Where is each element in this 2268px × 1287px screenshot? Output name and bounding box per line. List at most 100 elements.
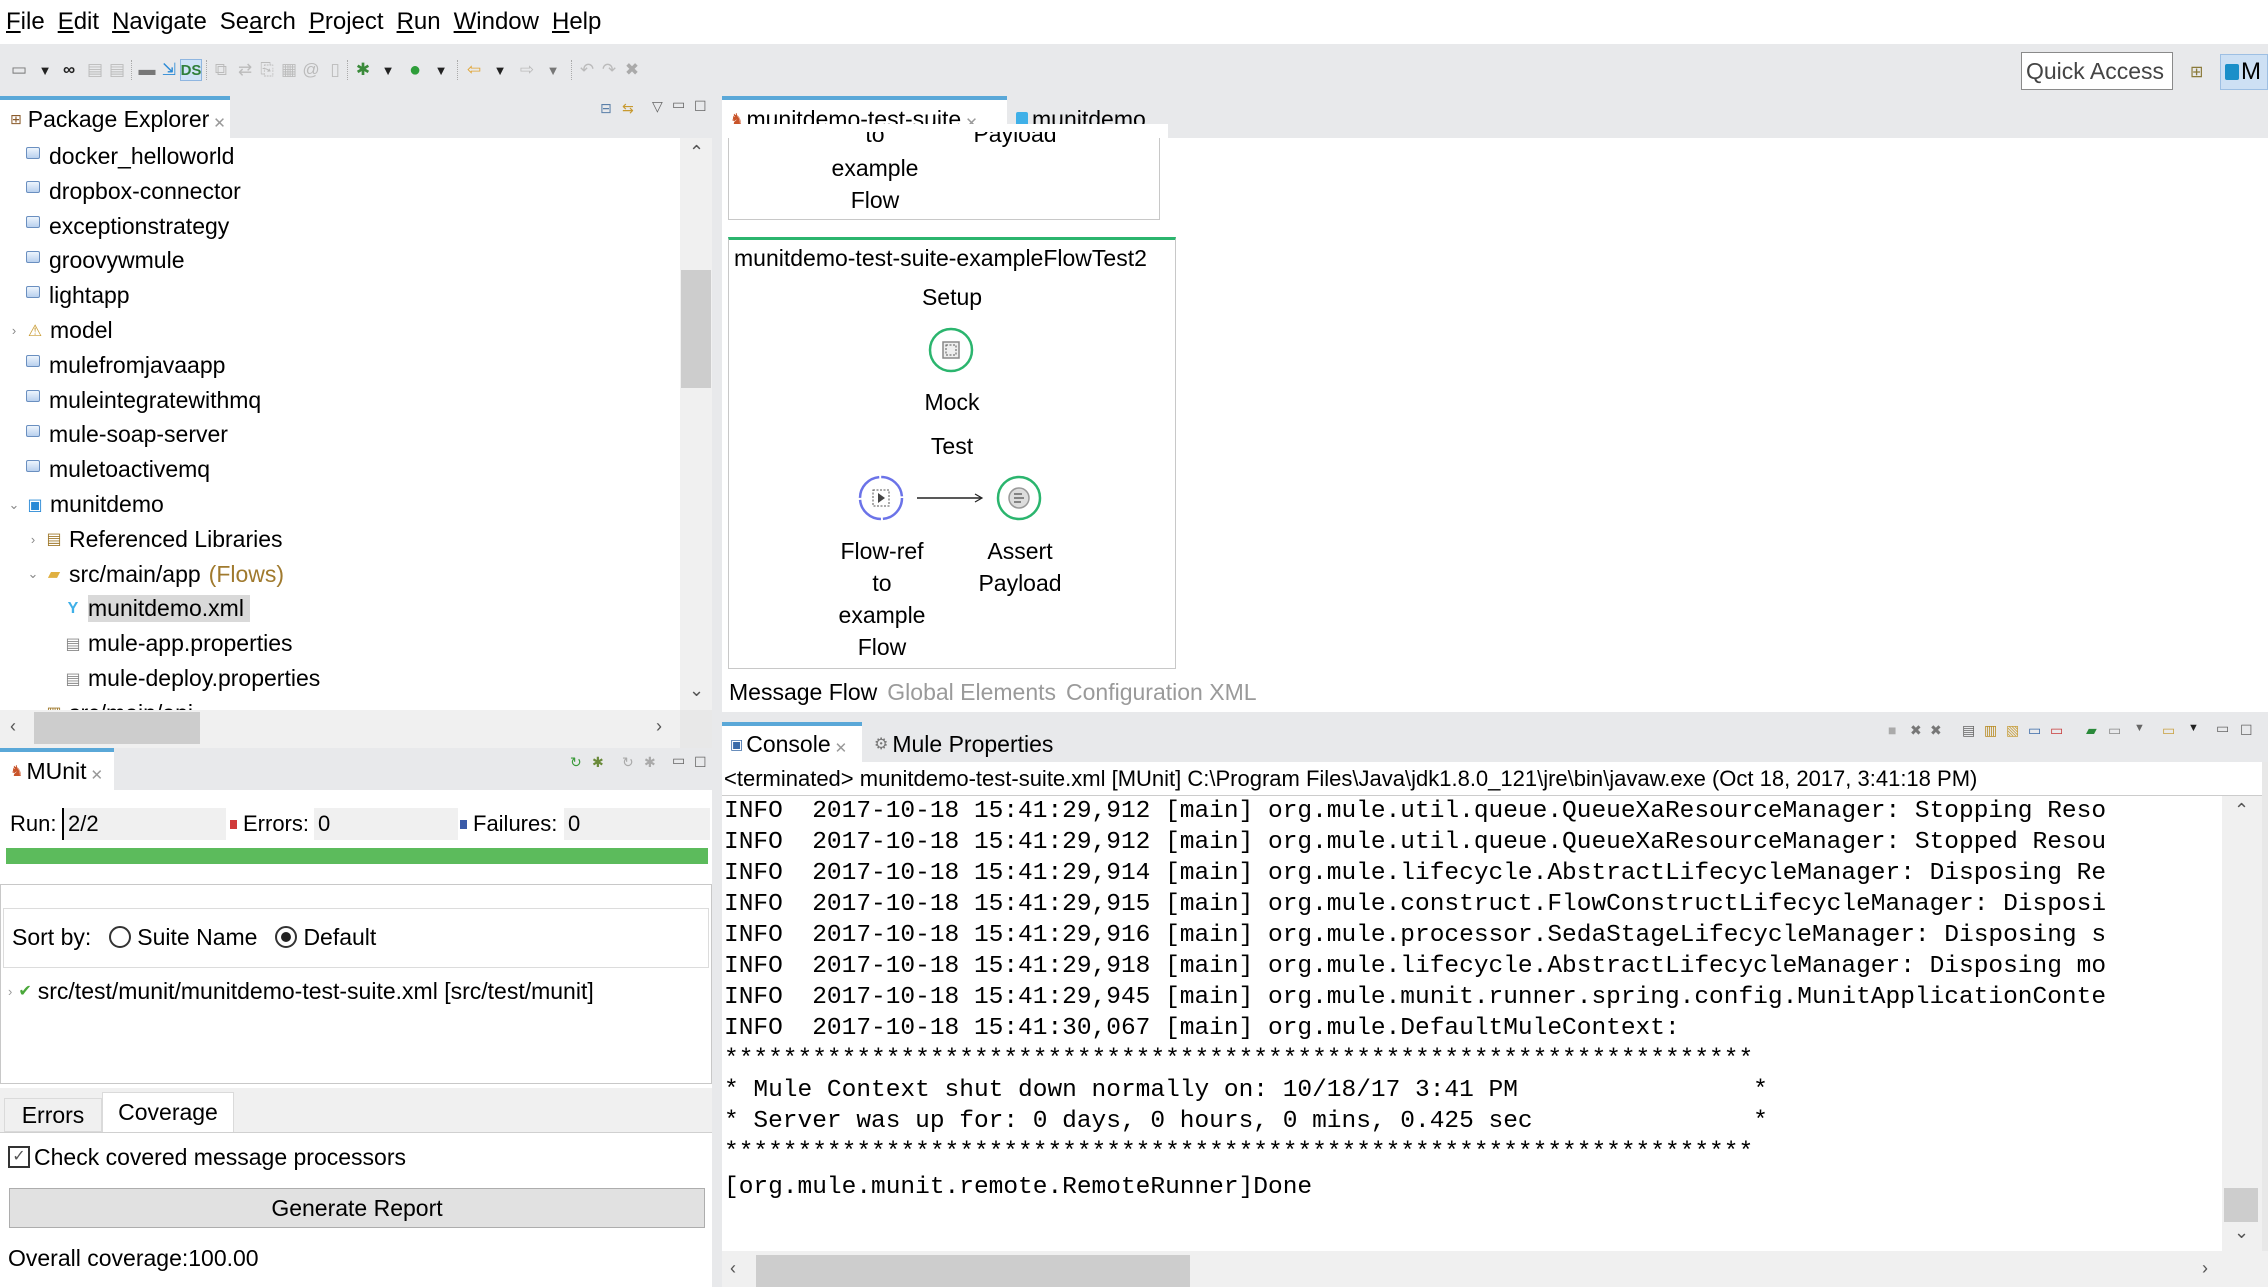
scroll-up-icon[interactable]: ⌃ bbox=[689, 142, 704, 163]
undo-icon[interactable]: ↶ bbox=[576, 59, 598, 81]
view-menu-icon[interactable]: ▽ bbox=[652, 98, 663, 115]
debug-rerun-icon[interactable]: ✱ bbox=[592, 754, 604, 771]
scroll-left-icon[interactable]: ‹ bbox=[730, 1258, 736, 1279]
import-icon[interactable]: ⇲ bbox=[158, 59, 180, 81]
menu-project[interactable]: Project bbox=[309, 0, 384, 44]
mule-icon[interactable]: ∞ bbox=[58, 59, 80, 81]
tree-item[interactable]: ⌄ ▣ munitdemo bbox=[6, 487, 164, 522]
package-explorer-vscrollbar[interactable] bbox=[680, 138, 712, 710]
menu-edit[interactable]: Edit bbox=[58, 0, 99, 44]
save-all-icon[interactable]: ▤ bbox=[106, 59, 128, 81]
link-with-editor-icon[interactable]: ⇆ bbox=[622, 100, 634, 117]
mule-perspective-button[interactable]: M bbox=[2220, 54, 2268, 90]
menu-window[interactable]: Window bbox=[454, 0, 539, 44]
assert-payload-node[interactable] bbox=[995, 474, 1043, 522]
tree-item[interactable]: docker_helloworld bbox=[6, 139, 234, 174]
debug-icon[interactable]: ✱ bbox=[352, 59, 374, 81]
test-suite-item[interactable]: › ✔ src/test/munit/munitdemo-test-suite.… bbox=[8, 976, 594, 1006]
radio-default-label[interactable]: Default bbox=[303, 924, 376, 951]
minimize-icon[interactable]: ▭ bbox=[672, 752, 685, 769]
debug-failed-icon[interactable]: ✱ bbox=[644, 754, 656, 771]
export-icon[interactable]: ⎘ bbox=[256, 59, 278, 81]
tab-munit[interactable]: ♞ MUnit ✕ bbox=[0, 748, 114, 790]
tree-item[interactable]: ▦ src/main/api bbox=[25, 696, 193, 710]
expand-toggle-icon[interactable]: › bbox=[6, 323, 22, 338]
show-on-stdout-icon[interactable]: ▭ bbox=[2028, 722, 2041, 739]
deploy-icon[interactable]: ▬ bbox=[136, 59, 158, 81]
remove-all-launches-icon[interactable]: ✖ bbox=[1930, 722, 1942, 739]
open-console-icon[interactable]: ▭ bbox=[2162, 722, 2175, 739]
run-dropdown-icon[interactable]: ▼ bbox=[430, 59, 452, 81]
menu-navigate[interactable]: Navigate bbox=[112, 0, 207, 44]
console-hscroll-thumb[interactable] bbox=[756, 1255, 1190, 1287]
radio-default[interactable] bbox=[275, 926, 298, 948]
tab-mule-properties[interactable]: ⚙ Mule Properties bbox=[874, 726, 1053, 762]
tree-item[interactable]: mule-soap-server bbox=[6, 417, 228, 452]
display-console-icon[interactable]: ▭ bbox=[2108, 722, 2121, 739]
tab-configuration-xml[interactable]: Configuration XML bbox=[1066, 679, 1257, 706]
console-vscrollbar[interactable] bbox=[2222, 796, 2262, 1251]
sync-icon[interactable]: ⇄ bbox=[234, 59, 256, 81]
quick-access-input[interactable]: Quick Access bbox=[2021, 52, 2173, 90]
tree-item[interactable]: mulefromjavaapp bbox=[6, 348, 225, 383]
tree-item[interactable]: ▤ mule-app.properties bbox=[44, 626, 292, 661]
word-wrap-icon[interactable]: ▧ bbox=[2006, 722, 2019, 739]
maximize-icon[interactable]: ☐ bbox=[694, 754, 707, 771]
new-dropdown-icon[interactable]: ▼ bbox=[34, 59, 56, 81]
tree-item[interactable]: exceptionstrategy bbox=[6, 209, 229, 244]
tab-global-elements[interactable]: Global Elements bbox=[887, 679, 1056, 706]
tree-item[interactable]: ⌄ ▰ src/main/app (Flows) bbox=[25, 557, 285, 592]
debug-dropdown-icon[interactable]: ▼ bbox=[377, 59, 399, 81]
expand-toggle-icon[interactable]: ⌄ bbox=[25, 566, 41, 582]
tab-package-explorer[interactable]: ⊞ Package Explorer ✕ bbox=[0, 96, 230, 138]
email-icon[interactable]: @ bbox=[300, 59, 322, 81]
remove-launch-icon[interactable]: ✖ bbox=[1910, 722, 1922, 739]
display-console-dropdown-icon[interactable]: ▼ bbox=[2134, 722, 2145, 734]
tab-coverage[interactable]: Coverage bbox=[102, 1092, 234, 1132]
minimize-icon[interactable]: ▭ bbox=[672, 96, 685, 113]
delete-icon[interactable]: ✖ bbox=[621, 59, 643, 81]
minimize-icon[interactable]: ▭ bbox=[2216, 720, 2229, 737]
close-icon[interactable]: ✕ bbox=[91, 766, 104, 784]
tree-item[interactable]: Ymunitdemo.xml bbox=[44, 591, 250, 626]
tree-item[interactable]: lightapp bbox=[6, 278, 130, 313]
tab-errors[interactable]: Errors bbox=[4, 1098, 102, 1132]
pin-console-icon[interactable]: ▰ bbox=[2086, 722, 2097, 739]
maximize-icon[interactable]: ☐ bbox=[694, 98, 707, 115]
radio-suite-name[interactable] bbox=[109, 926, 132, 948]
check-covered-checkbox[interactable]: ✓ bbox=[8, 1146, 30, 1168]
expand-toggle-icon[interactable]: › bbox=[25, 532, 41, 547]
maximize-icon[interactable]: ☐ bbox=[2240, 722, 2253, 739]
scroll-up-icon[interactable]: ⌃ bbox=[2234, 800, 2249, 821]
forward-icon[interactable]: ⇨ bbox=[516, 59, 538, 81]
datasense-icon[interactable]: DS bbox=[180, 59, 202, 81]
console-vscroll-thumb[interactable] bbox=[2224, 1188, 2258, 1222]
save-icon[interactable]: ▤ bbox=[84, 59, 106, 81]
mock-node[interactable] bbox=[927, 326, 975, 374]
expand-toggle-icon[interactable]: ⌄ bbox=[6, 497, 22, 513]
tree-item[interactable]: › ▤ Referenced Libraries bbox=[25, 522, 283, 557]
back-dropdown-icon[interactable]: ▼ bbox=[489, 59, 511, 81]
tab-console[interactable]: ▣ Console ✕ bbox=[722, 722, 862, 762]
scroll-right-icon[interactable]: › bbox=[656, 716, 662, 737]
generate-report-button[interactable]: Generate Report bbox=[9, 1188, 705, 1228]
scroll-down-icon[interactable]: ⌄ bbox=[2234, 1222, 2249, 1243]
open-console-dropdown-icon[interactable]: ▼ bbox=[2188, 722, 2199, 734]
show-on-stderr-icon[interactable]: ▭ bbox=[2050, 722, 2063, 739]
radio-suite-name-label[interactable]: Suite Name bbox=[137, 924, 257, 951]
tree-item[interactable]: dropbox-connector bbox=[6, 174, 241, 209]
tree-item[interactable]: › ⚠ model bbox=[6, 313, 113, 348]
compare-icon[interactable]: ⧉ bbox=[210, 59, 232, 81]
forward-dropdown-icon[interactable]: ▼ bbox=[542, 59, 564, 81]
previous-test-flow[interactable] bbox=[728, 124, 1160, 220]
rerun-failed-icon[interactable]: ↻ bbox=[622, 754, 634, 771]
flowref-node[interactable] bbox=[857, 474, 905, 522]
expand-icon[interactable]: › bbox=[8, 984, 12, 999]
tab-message-flow[interactable]: Message Flow bbox=[729, 679, 877, 706]
collapse-all-icon[interactable]: ⊟ bbox=[600, 100, 612, 117]
rerun-icon[interactable]: ↻ bbox=[570, 754, 582, 771]
clear-console-icon[interactable]: ▤ bbox=[1962, 722, 1975, 739]
vertical-sash[interactable] bbox=[712, 96, 722, 1287]
archive-icon[interactable]: ▯ bbox=[324, 59, 346, 81]
menu-search[interactable]: Search bbox=[220, 0, 296, 44]
